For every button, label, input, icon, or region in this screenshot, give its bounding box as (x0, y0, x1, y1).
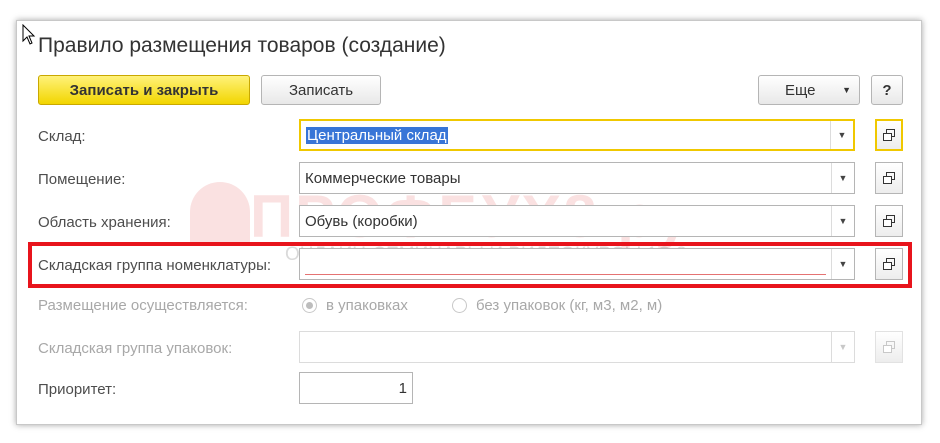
package-group-field[interactable]: ▼ (299, 331, 855, 363)
radio-unselected-icon (452, 298, 467, 313)
dropdown-arrow-icon[interactable]: ▼ (831, 206, 854, 236)
placement-option-label: без упаковок (кг, м3, м2, м) (476, 297, 663, 314)
priority-input[interactable]: 1 (299, 372, 413, 404)
save-and-close-button[interactable]: Записать и закрыть (38, 75, 250, 105)
placement-option-packages[interactable]: в упаковках (302, 297, 408, 314)
mouse-cursor-icon (22, 24, 36, 45)
warehouse-value: Центральный склад (306, 126, 448, 144)
storage-area-value: Обувь (коробки) (305, 212, 418, 230)
open-form-icon (883, 172, 895, 184)
room-field[interactable]: Коммерческие товары ▼ (299, 162, 855, 194)
chevron-down-icon: ▼ (842, 85, 851, 95)
open-form-icon (883, 129, 895, 141)
priority-label: Приоритет: (38, 381, 117, 398)
package-group-open-button[interactable] (875, 331, 903, 363)
warehouse-field[interactable]: Центральный склад ▼ (299, 119, 855, 151)
warehouse-label: Склад: (38, 128, 86, 145)
radio-selected-icon (302, 298, 317, 313)
placement-option-label: в упаковках (326, 297, 408, 314)
page-title: Правило размещения товаров (создание) (38, 34, 446, 57)
placement-option-no-packages[interactable]: без упаковок (кг, м3, м2, м) (452, 297, 662, 314)
highlight-frame (28, 242, 912, 288)
placement-label: Размещение осуществляется: (38, 297, 248, 314)
package-group-label: Складская группа упаковок: (38, 340, 233, 357)
storage-area-field[interactable]: Обувь (коробки) ▼ (299, 205, 855, 237)
room-value: Коммерческие товары (305, 169, 461, 187)
warehouse-open-button[interactable] (875, 119, 903, 151)
save-button[interactable]: Записать (261, 75, 381, 105)
open-form-icon (883, 341, 895, 353)
dropdown-arrow-icon[interactable]: ▼ (830, 121, 853, 149)
open-form-icon (883, 215, 895, 227)
help-button[interactable]: ? (871, 75, 903, 105)
more-menu-button[interactable]: Еще ▼ (758, 75, 860, 105)
room-label: Помещение: (38, 171, 126, 188)
storage-area-open-button[interactable] (875, 205, 903, 237)
room-open-button[interactable] (875, 162, 903, 194)
dropdown-arrow-icon[interactable]: ▼ (831, 163, 854, 193)
storage-area-label: Область хранения: (38, 214, 171, 231)
more-menu-label: Еще (785, 81, 816, 99)
dropdown-arrow-icon[interactable]: ▼ (831, 332, 854, 362)
